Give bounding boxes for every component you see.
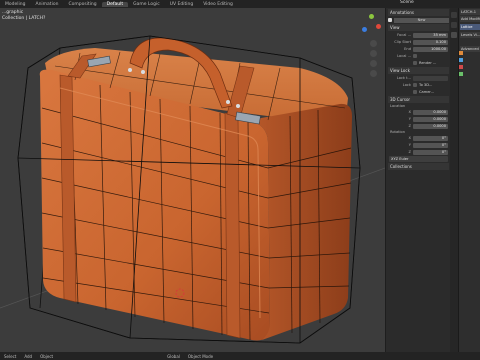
lock-to-3d-cursor-checkbox[interactable]	[413, 83, 417, 87]
tab-default[interactable]: Default	[101, 1, 129, 7]
data-icon[interactable]	[459, 72, 463, 76]
cursor-rot-z-field[interactable]: 0°	[413, 149, 448, 155]
properties-editor: LATCH-1 Add Modifier Lattice Levels Vi..…	[458, 8, 480, 352]
3d-viewport[interactable]: ...graphic Collection | LATCH?	[0, 8, 385, 352]
gizmo-z-axis[interactable]	[362, 27, 367, 32]
camera-to-view-checkbox[interactable]	[413, 90, 417, 94]
cursor-loc-x-field[interactable]: 0.0000	[413, 109, 448, 115]
cursor-rot-x-label: X	[408, 136, 411, 140]
lock-to-object-label: Lock t...	[396, 76, 411, 80]
cursor-loc-y-row: Y 0.0000	[389, 116, 448, 122]
tab-item[interactable]	[451, 12, 457, 18]
annotation-new-button[interactable]: New	[394, 17, 449, 23]
lock-to-3d-cursor-label: To 3D...	[419, 83, 433, 87]
cursor-loc-x-label: X	[408, 110, 411, 114]
cursor-rot-z-label: Z	[408, 150, 411, 154]
status-global[interactable]: Global	[167, 354, 180, 359]
status-bar: Select Add Object Global Object Mode	[0, 352, 480, 360]
status-mode[interactable]: Object Mode	[188, 354, 213, 359]
perspective-toggle-button[interactable]	[370, 70, 377, 77]
camera-to-view-row: Camer...	[389, 89, 448, 95]
tab-uv-editing[interactable]: UV Editing	[165, 2, 198, 7]
cursor-rot-y-field[interactable]: 0°	[413, 142, 448, 148]
navigation-gizmo[interactable]	[360, 14, 382, 36]
view-header[interactable]: View	[388, 24, 449, 31]
cursor-rot-z-row: Z 0°	[389, 149, 448, 155]
physics-icon[interactable]	[459, 58, 463, 62]
clip-end-row: End 1000.00	[389, 46, 448, 52]
modifier-lattice-header[interactable]: Lattice	[460, 24, 480, 30]
pan-button[interactable]	[370, 50, 377, 57]
rotation-mode-select[interactable]: XYZ Euler	[389, 156, 448, 162]
render-region-row: Render ...	[389, 60, 448, 66]
collections-header[interactable]: Collections	[388, 163, 449, 170]
lock-to-object-field[interactable]	[413, 75, 448, 81]
focal-length-label: Focal ...	[397, 33, 411, 37]
render-region-checkbox[interactable]	[413, 61, 417, 65]
workspace-tabs-bar: Modeling Animation Compositing Default G…	[0, 0, 480, 8]
3d-cursor-header[interactable]: 3D Cursor	[388, 96, 449, 103]
tab-compositing[interactable]: Compositing	[63, 2, 101, 7]
local-camera-row: Local ...	[389, 53, 448, 59]
clip-end-field[interactable]: 1000.00	[413, 46, 448, 52]
cursor-loc-x-row: X 0.0000	[389, 109, 448, 115]
scene-selector[interactable]: Scene	[400, 0, 414, 5]
zoom-button[interactable]	[370, 40, 377, 47]
levels-viewport-field[interactable]: Levels Vi...	[460, 32, 480, 38]
status-select: Select	[4, 353, 17, 359]
camera-to-view-label: Camer...	[419, 90, 434, 94]
lock-object-row: Lock t...	[389, 75, 448, 81]
clip-end-label: End	[404, 47, 411, 51]
camera-view-button[interactable]	[370, 60, 377, 67]
focal-length-row: Focal ... 35 mm	[389, 32, 448, 38]
object-name-field[interactable]: LATCH-1	[460, 9, 480, 15]
lock-cursor-row: Lock To 3D...	[389, 82, 448, 88]
focal-length-field[interactable]: 35 mm	[413, 32, 448, 38]
tab-tool[interactable]	[451, 22, 457, 28]
cursor-rot-x-field[interactable]: 0°	[413, 135, 448, 141]
local-camera-label: Local ...	[397, 54, 411, 58]
tab-animation[interactable]: Animation	[30, 2, 63, 7]
sidebar-tab-strip	[450, 8, 458, 352]
gizmo-x-axis[interactable]	[376, 24, 381, 29]
annotation-color-swatch[interactable]	[388, 18, 392, 22]
render-region-label: Render ...	[419, 61, 437, 65]
clip-start-row: Clip Start 0.100	[389, 39, 448, 45]
tab-video-editing[interactable]: Video Editing	[198, 2, 238, 7]
clip-start-label: Clip Start	[394, 40, 411, 44]
view-lock-header[interactable]: View Lock	[388, 67, 449, 74]
tab-game-logic[interactable]: Game Logic	[128, 2, 165, 7]
cursor-rot-y-label: Y	[408, 143, 411, 147]
annotations-header[interactable]: Annotations	[388, 9, 449, 16]
cursor-rot-y-row: Y 0°	[389, 142, 448, 148]
cursor-loc-z-label: Z	[408, 124, 411, 128]
cursor-location-label: Location	[390, 104, 406, 108]
tab-modeling[interactable]: Modeling	[0, 2, 30, 7]
add-modifier-button[interactable]: Add Modifier	[460, 16, 480, 22]
clip-start-field[interactable]: 0.100	[413, 39, 448, 45]
local-camera-checkbox[interactable]	[413, 54, 417, 58]
cursor-loc-y-field[interactable]: 0.0000	[413, 116, 448, 122]
cursor-loc-y-label: Y	[408, 117, 411, 121]
gizmo-y-axis[interactable]	[369, 14, 374, 19]
cursor-rot-x-row: X 0°	[389, 135, 448, 141]
cursor-loc-z-row: Z 0.0000	[389, 123, 448, 129]
tab-view[interactable]	[451, 32, 457, 38]
constraints-icon[interactable]	[459, 65, 463, 69]
status-add: Add	[24, 353, 33, 359]
properties-icon-column	[459, 48, 464, 79]
cursor-loc-z-field[interactable]: 0.0000	[413, 123, 448, 129]
sidebar-n-panel: Annotations New View Focal ... 35 mm Cli…	[385, 8, 451, 352]
modifier-wrench-icon[interactable]	[459, 51, 463, 55]
suitcase-scene	[0, 35, 385, 344]
annotations-row: New	[388, 17, 449, 23]
cursor-rotation-label: Rotation	[390, 130, 406, 134]
status-object: Object	[40, 353, 54, 359]
lock-label: Lock	[402, 83, 411, 87]
